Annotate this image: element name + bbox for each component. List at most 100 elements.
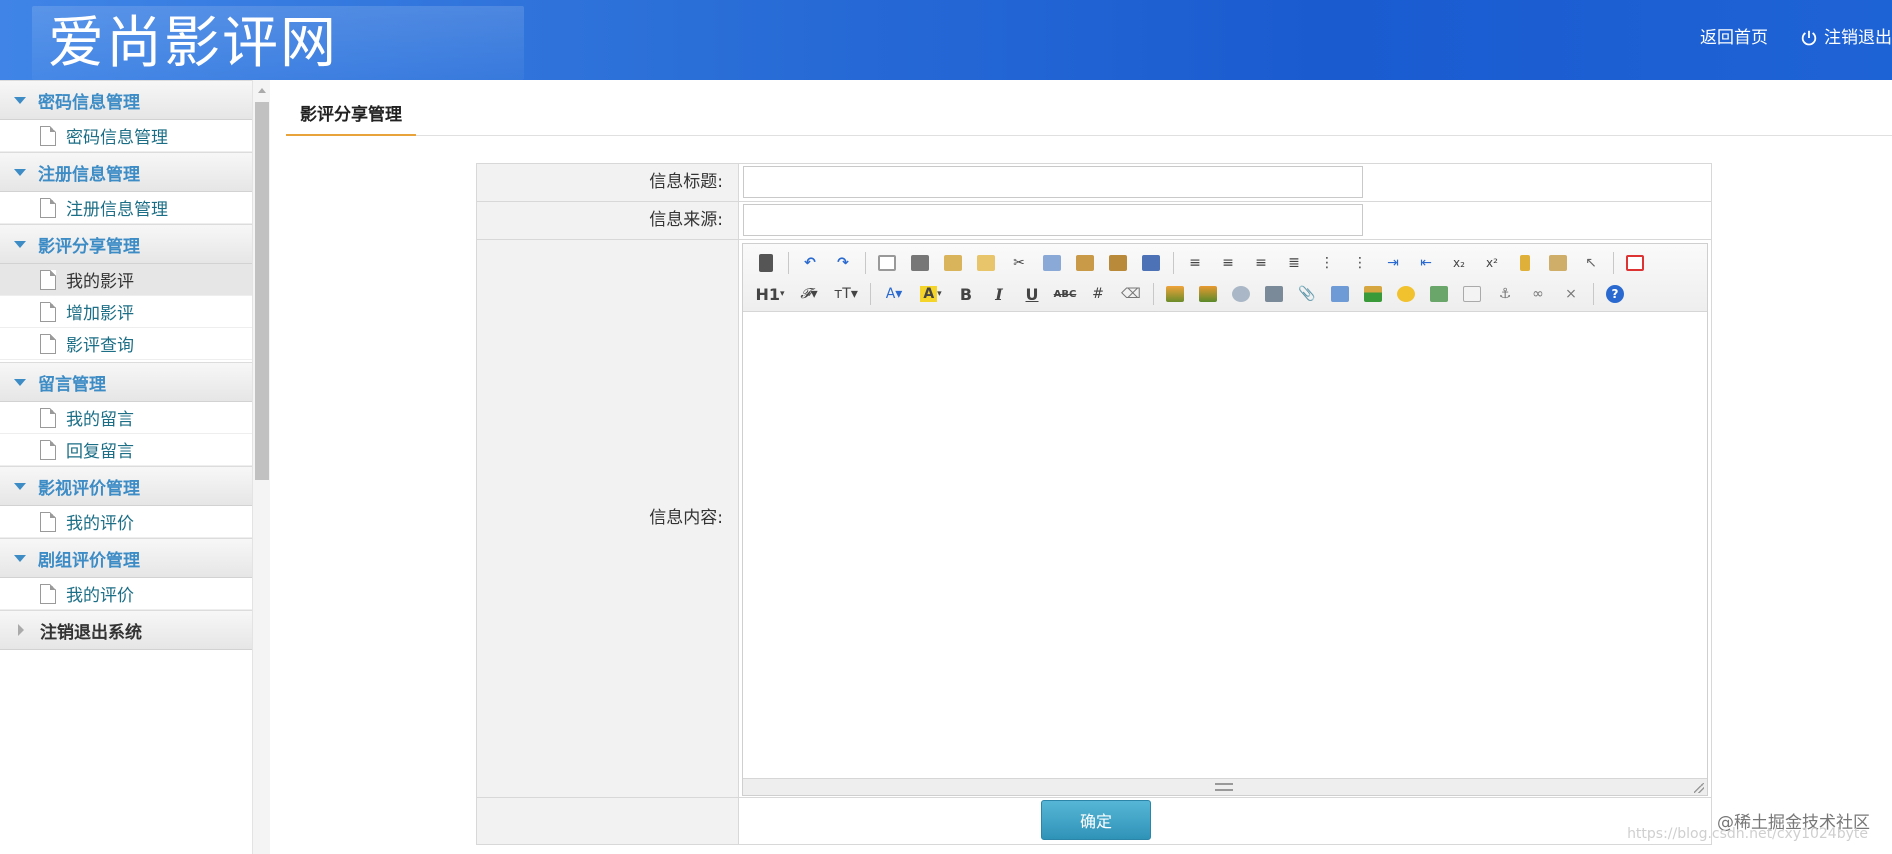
heading-icon[interactable]: H1 ▾: [753, 281, 787, 307]
sidebar-item-my-crew-ratings[interactable]: 我的评价: [0, 578, 252, 610]
unordered-list-icon[interactable]: ⋮: [1347, 250, 1373, 276]
font-size-icon[interactable]: тT▾: [831, 281, 861, 307]
toolbar-separator: [1613, 252, 1614, 274]
redo-icon[interactable]: ↷: [830, 250, 856, 276]
document-icon: [40, 511, 56, 532]
outdent-icon[interactable]: ⇤: [1413, 250, 1439, 276]
menu-group-logout-system[interactable]: 注销退出系统: [0, 610, 252, 650]
site-logo[interactable]: 爱尚影评网: [48, 10, 338, 78]
form-row-source: 信息来源:: [477, 202, 1711, 240]
paste-word-icon[interactable]: [1138, 250, 1164, 276]
review-form: 信息标题: 信息来源: 信息内容: ↶ ↷ ✂ ≡ ≡ ≡ ≣ ⋮ ⋮ ⇥ ⇤ …: [476, 163, 1712, 845]
paste-icon[interactable]: [1072, 250, 1098, 276]
toolbar-separator: [1593, 283, 1594, 305]
logout-label: 注销退出: [1824, 28, 1892, 48]
menu-group-title: 影视评价管理: [38, 478, 140, 499]
menu-group-password[interactable]: 密码信息管理: [0, 80, 252, 120]
table-icon[interactable]: [1327, 281, 1353, 307]
template-icon[interactable]: [940, 250, 966, 276]
attachment-icon[interactable]: 📎: [1294, 281, 1320, 307]
highlight-icon[interactable]: A ▾: [916, 281, 946, 307]
sidebar-item-reply-messages[interactable]: 回复留言: [0, 434, 252, 466]
font-family-icon[interactable]: 𝓕▾: [794, 281, 824, 307]
resize-grip-icon[interactable]: [1215, 783, 1233, 791]
title-input[interactable]: [743, 166, 1363, 198]
toolbar-row-1: ↶ ↷ ✂ ≡ ≡ ≡ ≣ ⋮ ⋮ ⇥ ⇤ x₂ x² ↖: [753, 248, 1655, 278]
menu-group-title: 剧组评价管理: [38, 550, 140, 571]
sidebar-item-password-manage[interactable]: 密码信息管理: [0, 120, 252, 152]
editor-statusbar: [743, 778, 1707, 795]
editor-content-area[interactable]: [743, 313, 1707, 779]
font-color-icon[interactable]: A▾: [879, 281, 909, 307]
sidebar-item-my-messages[interactable]: 我的留言: [0, 402, 252, 434]
align-left-icon[interactable]: ≡: [1182, 250, 1208, 276]
align-center-icon[interactable]: ≡: [1215, 250, 1241, 276]
preview-icon[interactable]: [874, 250, 900, 276]
sidebar-item-label: 我的评价: [66, 586, 134, 606]
clear-format-icon[interactable]: [1512, 250, 1538, 276]
power-icon: [1801, 30, 1817, 46]
collapsed-arrow-icon: [18, 624, 24, 636]
logout-link[interactable]: 注销退出: [1800, 24, 1892, 52]
subscript-icon[interactable]: x₂: [1446, 250, 1472, 276]
source-input[interactable]: [743, 204, 1363, 236]
home-link[interactable]: 返回首页: [1700, 24, 1768, 52]
sidebar-item-my-reviews[interactable]: 我的影评: [0, 264, 252, 296]
menu-group-title: 密码信息管理: [38, 92, 140, 113]
map-icon[interactable]: [1426, 281, 1452, 307]
horizontal-rule-icon[interactable]: [1360, 281, 1386, 307]
resize-corner-icon[interactable]: [1694, 783, 1704, 793]
menu-group-register[interactable]: 注册信息管理: [0, 152, 252, 192]
page-break-icon[interactable]: [1459, 281, 1485, 307]
quick-format-icon[interactable]: [1545, 250, 1571, 276]
link-icon[interactable]: ∞: [1525, 281, 1551, 307]
scrollbar-thumb[interactable]: [255, 102, 269, 480]
undo-icon[interactable]: ↶: [797, 250, 823, 276]
source-icon[interactable]: [753, 250, 779, 276]
print-icon[interactable]: [907, 250, 933, 276]
indent-icon[interactable]: ⇥: [1380, 250, 1406, 276]
sidebar-item-my-ratings[interactable]: 我的评价: [0, 506, 252, 538]
menu-group-film-rating[interactable]: 影视评价管理: [0, 466, 252, 506]
code-icon[interactable]: [973, 250, 999, 276]
menu-group-crew-rating[interactable]: 剧组评价管理: [0, 538, 252, 578]
copy-icon[interactable]: [1039, 250, 1065, 276]
italic-icon[interactable]: I: [986, 281, 1012, 307]
remove-format-icon[interactable]: ⌫: [1118, 281, 1144, 307]
align-right-icon[interactable]: ≡: [1248, 250, 1274, 276]
multi-image-icon[interactable]: [1195, 281, 1221, 307]
select-all-icon[interactable]: ↖: [1578, 250, 1604, 276]
media-icon[interactable]: [1261, 281, 1287, 307]
ordered-list-icon[interactable]: ⋮: [1314, 250, 1340, 276]
sidebar-scrollbar[interactable]: [252, 80, 270, 854]
sidebar-item-add-review[interactable]: 增加影评: [0, 296, 252, 328]
rich-text-editor: ↶ ↷ ✂ ≡ ≡ ≡ ≣ ⋮ ⋮ ⇥ ⇤ x₂ x² ↖ H1 ▾ 𝓕▾ тT…: [742, 243, 1708, 796]
superscript-icon[interactable]: x²: [1479, 250, 1505, 276]
submit-button[interactable]: 确定: [1041, 800, 1151, 840]
cut-icon[interactable]: ✂: [1006, 250, 1032, 276]
anchor-icon[interactable]: ⚓: [1492, 281, 1518, 307]
strikethrough-icon[interactable]: ABC: [1052, 281, 1078, 307]
sidebar-item-register-manage[interactable]: 注册信息管理: [0, 192, 252, 224]
help-icon[interactable]: ?: [1602, 281, 1628, 307]
flash-icon[interactable]: [1228, 281, 1254, 307]
scroll-up-icon[interactable]: [258, 88, 266, 93]
fullscreen-icon[interactable]: [1622, 250, 1648, 276]
tab-review-share[interactable]: 影评分享管理: [286, 94, 416, 136]
line-height-icon[interactable]: #: [1085, 281, 1111, 307]
emoticon-icon[interactable]: [1393, 281, 1419, 307]
document-icon: [40, 439, 56, 460]
document-icon: [40, 407, 56, 428]
sidebar-item-label: 影评查询: [66, 336, 134, 356]
underline-icon[interactable]: U: [1019, 281, 1045, 307]
toolbar-separator: [870, 283, 871, 305]
sidebar-item-review-query[interactable]: 影评查询: [0, 328, 252, 360]
unlink-icon[interactable]: ⨯: [1558, 281, 1584, 307]
menu-group-review-share[interactable]: 影评分享管理: [0, 224, 252, 264]
align-justify-icon[interactable]: ≣: [1281, 250, 1307, 276]
document-icon: [40, 269, 56, 290]
menu-group-messages[interactable]: 留言管理: [0, 362, 252, 402]
bold-icon[interactable]: B: [953, 281, 979, 307]
paste-text-icon[interactable]: [1105, 250, 1131, 276]
image-icon[interactable]: [1162, 281, 1188, 307]
